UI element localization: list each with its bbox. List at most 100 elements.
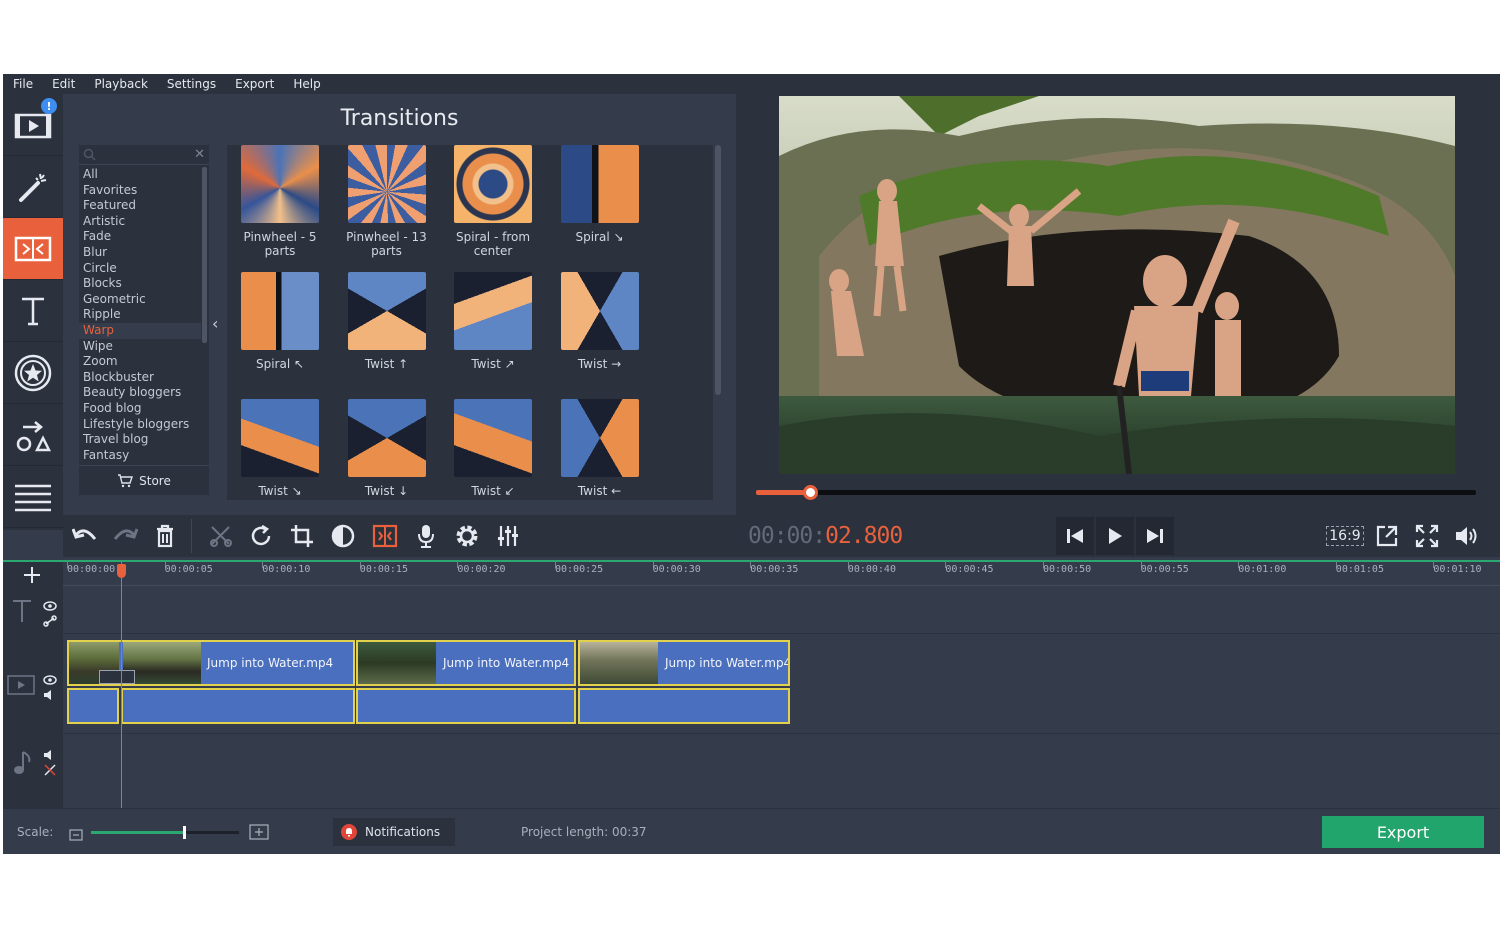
record-voice-button[interactable] [406, 515, 446, 557]
transition-item[interactable]: Twist → [547, 272, 653, 371]
next-frame-button[interactable] [1136, 517, 1174, 555]
color-adjust-button[interactable] [323, 515, 363, 557]
menu-playback[interactable]: Playback [94, 77, 148, 91]
timeline-playhead[interactable] [117, 562, 126, 810]
transition-item[interactable]: Twist ↑ [334, 272, 440, 371]
category-item[interactable]: Circle [79, 261, 201, 277]
menu-settings[interactable]: Settings [167, 77, 216, 91]
transition-item[interactable]: Twist ← [547, 399, 653, 498]
menu-file[interactable]: File [13, 77, 33, 91]
clip-properties-button[interactable] [447, 515, 487, 557]
category-item[interactable]: Artistic [79, 214, 201, 230]
play-button[interactable] [1096, 517, 1134, 555]
crop-button[interactable] [282, 515, 322, 557]
category-item[interactable]: Fantasy [79, 448, 201, 464]
music-track[interactable] [63, 734, 1500, 810]
stickers-button[interactable] [3, 342, 63, 404]
menu-edit[interactable]: Edit [52, 77, 75, 91]
undo-icon [72, 528, 97, 540]
category-item[interactable]: Warp [79, 322, 201, 339]
transition-item[interactable]: Spiral ↖ [227, 272, 333, 371]
transition-item[interactable]: Twist ↙ [440, 399, 546, 498]
transition-label: Twist → [577, 357, 622, 371]
import-media-button[interactable]: ! [3, 94, 63, 156]
category-item[interactable]: Fade [79, 229, 201, 245]
transition-item[interactable]: Pinwheel - 5 parts [227, 145, 333, 258]
text-track-icon [11, 598, 33, 628]
fullscreen-button[interactable] [1408, 517, 1446, 555]
delete-button[interactable] [145, 515, 185, 557]
category-item[interactable]: Travel blog [79, 432, 201, 448]
store-button[interactable]: Store [79, 465, 209, 495]
menu-export[interactable]: Export [235, 77, 274, 91]
audio-clip[interactable] [356, 688, 576, 724]
category-item[interactable]: Zoom [79, 354, 201, 370]
collapse-list-chevron-icon[interactable]: ‹ [212, 314, 218, 333]
menu-help[interactable]: Help [293, 77, 320, 91]
text-track[interactable] [63, 587, 1500, 634]
playhead-handle[interactable] [117, 564, 126, 578]
category-item[interactable]: Wipe [79, 339, 201, 355]
rotate-button[interactable] [241, 515, 281, 557]
transitions-button[interactable] [3, 218, 63, 280]
aspect-ratio-button[interactable]: 16:9 [1326, 517, 1364, 555]
category-scrollbar[interactable] [202, 167, 207, 343]
transition-item[interactable]: Twist ↗ [440, 272, 546, 371]
clip-transition-button[interactable] [365, 515, 405, 557]
clear-search-icon[interactable]: ✕ [194, 147, 205, 162]
filters-button[interactable] [3, 156, 63, 218]
video-preview[interactable] [779, 96, 1455, 474]
scale-slider[interactable] [91, 826, 239, 839]
undo-button[interactable] [65, 515, 105, 557]
volume-button[interactable] [1448, 517, 1486, 555]
detach-preview-button[interactable] [1368, 517, 1406, 555]
text-track-link-icon[interactable] [43, 612, 57, 631]
category-item[interactable]: Lifestyle bloggers [79, 417, 201, 433]
category-item[interactable]: All [79, 167, 201, 183]
category-item[interactable]: Blocks [79, 276, 201, 292]
magic-wand-icon [19, 173, 47, 202]
video-clip[interactable]: Jump into Water.mp4 [356, 640, 576, 686]
transition-item[interactable]: Twist ↓ [334, 399, 440, 498]
category-item[interactable]: Blur [79, 245, 201, 261]
transition-item[interactable]: Pinwheel - 13 parts [334, 145, 440, 258]
transition-item[interactable]: Twist ↘ [227, 399, 333, 498]
category-item[interactable]: Beauty bloggers [79, 385, 201, 401]
status-bar: Scale: Notifications Project length: 00:… [3, 808, 1500, 854]
category-item[interactable]: Food blog [79, 401, 201, 417]
category-search-input[interactable]: ✕ [79, 145, 209, 165]
transition-item[interactable]: Spiral - from center [440, 145, 546, 258]
zoom-in-icon[interactable] [249, 824, 269, 844]
transitions-scrollbar[interactable] [715, 145, 721, 395]
playback-seek-bar[interactable] [756, 485, 1476, 500]
video-clip[interactable]: Jump into Water.mp4 [578, 640, 790, 686]
redo-button[interactable] [105, 515, 145, 557]
transition-item[interactable]: Spiral ↘ [547, 145, 653, 244]
audio-clip[interactable] [578, 688, 790, 724]
category-item[interactable]: Featured [79, 198, 201, 214]
category-item[interactable]: Blockbuster [79, 370, 201, 386]
add-track-button[interactable] [21, 564, 43, 590]
category-item[interactable]: Ripple [79, 307, 201, 323]
previous-frame-button[interactable] [1056, 517, 1094, 555]
video-track-audio-icon[interactable] [43, 686, 57, 705]
zoom-out-icon[interactable] [69, 826, 83, 845]
audio-clip[interactable] [121, 688, 355, 724]
timeline-ruler[interactable]: 00:00:00 00:00:05 00:00:10 00:00:15 00:00:20… [63, 562, 1500, 586]
audio-clip[interactable] [67, 688, 119, 724]
more-tools-button[interactable] [3, 466, 63, 528]
transition-marker[interactable] [99, 670, 135, 684]
split-button[interactable] [201, 515, 241, 557]
video-clip[interactable]: Jump into Water.mp4 [67, 640, 355, 686]
shapes-button[interactable] [3, 404, 63, 466]
seek-bar-handle[interactable] [803, 485, 818, 500]
category-item[interactable]: Geometric [79, 292, 201, 308]
music-track-unlink-icon[interactable] [43, 762, 57, 781]
category-item[interactable]: Favorites [79, 183, 201, 199]
notifications-button[interactable]: Notifications [333, 818, 455, 846]
titles-button[interactable] [3, 280, 63, 342]
search-icon [83, 148, 96, 161]
export-button[interactable]: Export [1322, 816, 1484, 848]
scale-slider-handle[interactable] [182, 826, 186, 839]
equalizer-button[interactable] [488, 515, 528, 557]
